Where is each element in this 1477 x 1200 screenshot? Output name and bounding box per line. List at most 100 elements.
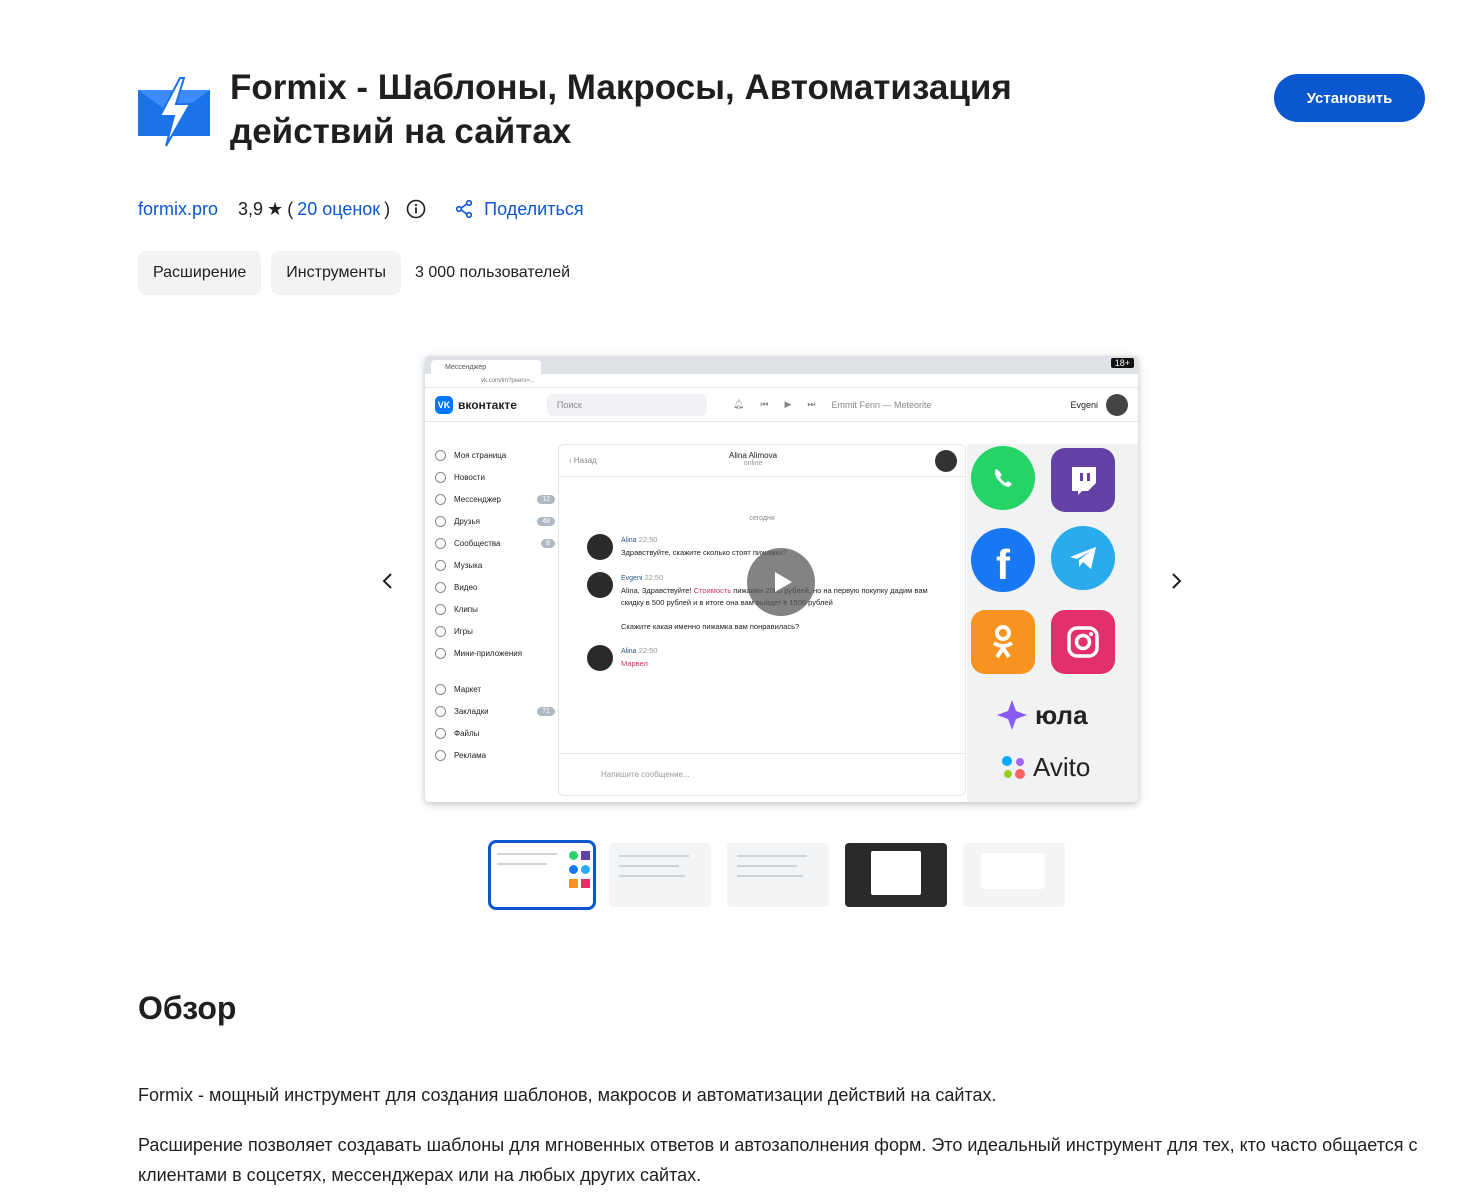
play-icon — [775, 572, 792, 592]
facebook-icon: f — [971, 528, 1035, 592]
vk-sidebar-item: Мини-приложения — [435, 642, 555, 664]
screenshot-carousel: Мессенджер 18+ vk.com/im?peers=... VK вк… — [370, 350, 1210, 810]
avatar — [587, 572, 613, 598]
menu-icon — [435, 705, 446, 717]
reviews-link[interactable]: 20 оценок — [297, 199, 380, 220]
meta-row: formix.pro 3,9 ★ (20 оценок) Поделиться — [138, 194, 584, 224]
age-badge: 18+ — [1110, 358, 1134, 368]
message-input: Напишите сообщение... — [559, 753, 965, 795]
chip-extension[interactable]: Расширение — [138, 251, 262, 295]
page-title: Formix - Шаблоны, Макросы, Автоматизация… — [230, 68, 1012, 151]
yula-logo: юла — [995, 698, 1088, 732]
menu-icon — [435, 515, 446, 527]
chips-row: Расширение Инструменты 3 000 пользовател… — [138, 251, 570, 295]
overview-heading: Обзор — [138, 990, 237, 1026]
menu-icon — [435, 625, 446, 637]
share-label: Поделиться — [484, 198, 584, 219]
menu-icon — [435, 683, 446, 695]
next-track-icon: ⏭︎ — [807, 399, 816, 409]
avatar — [1106, 393, 1128, 416]
menu-icon — [435, 647, 446, 659]
chat-header: ‹ Назад Alina Alimova online — [559, 445, 965, 477]
vk-sidebar-item: Сообщества 8 — [435, 532, 555, 554]
vk-chat: ‹ Назад Alina Alimova online сегодня Ali… — [558, 444, 966, 796]
avatar — [587, 645, 613, 671]
carousel-next-button[interactable] — [1160, 565, 1192, 597]
lightning-envelope-icon — [138, 77, 210, 147]
carousel-prev-button[interactable] — [372, 565, 404, 597]
menu-icon — [435, 493, 446, 505]
description-paragraph: Formix - мощный инструмент для создания … — [138, 1085, 997, 1105]
count-badge: 48 — [537, 516, 555, 526]
twitch-icon — [1051, 448, 1115, 512]
play-button[interactable] — [747, 548, 815, 616]
thumbnail-2[interactable] — [609, 843, 711, 907]
instagram-icon — [1051, 610, 1115, 674]
whatsapp-icon — [971, 446, 1035, 510]
vk-sidebar-item: Мессенджер 12 — [435, 488, 555, 510]
address-bar: vk.com/im?peers=... — [425, 374, 1138, 388]
thumbnail-4[interactable] — [845, 843, 947, 907]
count-badge: 71 — [537, 706, 555, 716]
track-title: Emmit Fenn — Meteorite — [831, 399, 932, 410]
vk-sidebar-item: Новости — [435, 466, 555, 488]
thumbnail-strip — [488, 840, 1065, 910]
thumbnail-3[interactable] — [727, 843, 829, 907]
star-icon: ★ — [267, 198, 284, 219]
avito-dots-icon — [1002, 755, 1025, 779]
chevron-right-icon — [1172, 573, 1182, 589]
vk-sidebar-item: Клипы — [435, 598, 555, 620]
telegram-icon — [1051, 526, 1115, 590]
vk-sidebar: Моя страница Новости Мессенджер 12 Друзья 48 С… — [435, 444, 555, 766]
chat-name: Alina Alimova online — [729, 451, 778, 467]
avatar — [935, 450, 957, 472]
odnoklassniki-icon — [971, 610, 1035, 674]
vk-user: Evgeni — [1070, 393, 1128, 416]
extension-header: Formix - Шаблоны, Макросы, Автоматизация… — [138, 66, 1428, 166]
share-icon — [456, 199, 473, 219]
thumbnail-5[interactable] — [963, 843, 1065, 907]
share-button[interactable]: Поделиться — [454, 198, 584, 220]
menu-icon — [435, 727, 446, 739]
main-screenshot[interactable]: Мессенджер 18+ vk.com/im?peers=... VK вк… — [425, 356, 1138, 802]
yula-star-icon — [997, 700, 1027, 730]
menu-icon — [435, 559, 446, 571]
vk-icon: VK — [435, 395, 453, 414]
install-button[interactable]: Установить — [1274, 74, 1425, 122]
thumbnail-1[interactable] — [488, 840, 596, 910]
menu-icon — [435, 581, 446, 593]
avatar — [587, 534, 613, 560]
bell-icon: 🔔︎ — [732, 399, 745, 409]
menu-icon — [435, 471, 446, 483]
vk-logo: VK вконтакте — [435, 395, 517, 414]
chevron-left-icon — [382, 573, 392, 589]
vk-player: 🔔︎ ⏮︎ ▶︎ ⏭︎ Emmit Fenn — Meteorite — [733, 399, 932, 410]
vk-sidebar-item: Друзья 48 — [435, 510, 555, 532]
chip-tools[interactable]: Инструменты — [271, 251, 402, 295]
vk-sidebar-item: Видео — [435, 576, 555, 598]
vk-sidebar-item: Закладки 71 — [435, 700, 555, 722]
vk-sidebar-item: Моя страница — [435, 444, 555, 466]
avito-logo: Avito — [1001, 752, 1090, 783]
rating: 3,9 ★ (20 оценок) — [238, 198, 391, 220]
vk-sidebar-item: Маркет — [435, 678, 555, 700]
message: Alina 22:50 Марвел — [587, 645, 965, 671]
info-icon[interactable] — [406, 199, 426, 219]
users-count: 3 000 пользователей — [415, 264, 571, 281]
browser-tabbar: Мессенджер 18+ — [425, 356, 1138, 374]
messenger-logos: f юла Avito — [967, 444, 1138, 802]
vk-sidebar-item: Реклама — [435, 744, 555, 766]
play-track-icon: ▶︎ — [784, 399, 792, 409]
browser-tab: Мессенджер — [431, 360, 541, 374]
menu-icon — [435, 537, 446, 549]
rating-value: 3,9 — [238, 198, 264, 219]
prev-track-icon: ⏮︎ — [760, 399, 769, 409]
website-link[interactable]: formix.pro — [138, 199, 218, 220]
vk-topbar: VK вконтакте Поиск 🔔︎ ⏮︎ ▶︎ ⏭︎ Emmit Fen… — [425, 388, 1138, 422]
menu-icon — [435, 749, 446, 761]
back-link: ‹ Назад — [569, 456, 597, 465]
menu-icon — [435, 449, 446, 461]
menu-icon — [435, 603, 446, 615]
vk-search: Поиск — [546, 393, 707, 416]
vk-sidebar-item: Игры — [435, 620, 555, 642]
